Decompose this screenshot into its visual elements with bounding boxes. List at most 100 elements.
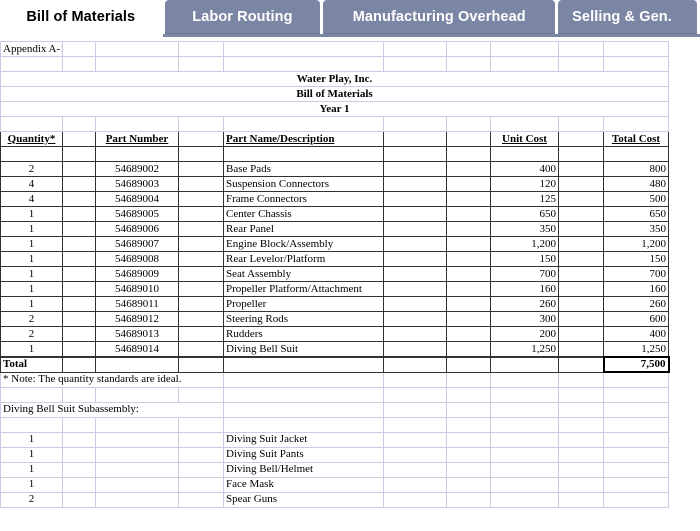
cell-blank[interactable] (178, 191, 224, 207)
cell-blank[interactable] (603, 431, 669, 448)
cell-blank[interactable] (558, 116, 604, 132)
cell-quantity[interactable]: 1 (0, 221, 63, 237)
cell-blank[interactable] (446, 431, 491, 448)
cell-part-number[interactable]: 54689007 (95, 236, 179, 252)
cell-blank[interactable] (383, 266, 447, 282)
cell-blank[interactable] (62, 191, 96, 207)
cell-part-number[interactable]: 54689014 (95, 341, 179, 357)
cell-blank[interactable] (62, 446, 96, 463)
cell-quantity[interactable]: 2 (0, 161, 63, 177)
cell-blank[interactable] (383, 476, 447, 493)
cell-total-cost[interactable]: 150 (603, 251, 669, 267)
cell-quantity[interactable]: 4 (0, 191, 63, 207)
cell-blank[interactable] (558, 341, 604, 357)
cell-blank[interactable] (603, 41, 669, 57)
cell-unit-cost[interactable]: 1,200 (490, 236, 559, 252)
cell-total-cost[interactable]: 400 (603, 326, 669, 342)
cell-part-name[interactable]: Diving Suit Pants (223, 446, 384, 463)
cell-blank[interactable] (62, 326, 96, 342)
cell-part-name[interactable]: Rear Levelor/Platform (223, 251, 384, 267)
tab-bill-of-materials[interactable]: Bill of Materials (0, 0, 162, 34)
cell-blank[interactable] (446, 416, 491, 433)
cell-blank[interactable] (95, 431, 179, 448)
cell-blank[interactable] (62, 296, 96, 312)
cell-blank[interactable] (446, 176, 491, 192)
cell-blank[interactable] (383, 296, 447, 312)
cell-blank[interactable] (178, 266, 224, 282)
note-text[interactable]: * Note: The quantity standards are ideal… (0, 371, 224, 388)
cell-quantity[interactable]: 4 (0, 176, 63, 192)
cell-blank[interactable] (178, 146, 224, 162)
cell-blank[interactable] (383, 386, 447, 403)
cell-blank[interactable] (383, 191, 447, 207)
cell-part-name[interactable]: Base Pads (223, 161, 384, 177)
cell-blank[interactable] (446, 221, 491, 237)
cell-blank[interactable] (62, 266, 96, 282)
cell-unit-cost[interactable]: 160 (490, 281, 559, 297)
cell-blank[interactable] (178, 296, 224, 312)
cell-quantity[interactable]: 1 (0, 281, 63, 297)
cell-blank[interactable] (490, 41, 559, 57)
cell-blank[interactable] (490, 386, 559, 403)
cell-total-cost[interactable]: 350 (603, 221, 669, 237)
cell-quantity[interactable]: 1 (0, 296, 63, 312)
cell-blank[interactable] (223, 56, 384, 72)
cell-blank[interactable] (446, 311, 491, 327)
cell-total-cost[interactable]: 1,200 (603, 236, 669, 252)
cell-blank[interactable] (558, 446, 604, 463)
cell-blank[interactable] (490, 146, 559, 162)
cell-blank[interactable] (178, 236, 224, 252)
cell-blank[interactable] (223, 416, 384, 433)
cell-blank[interactable] (603, 416, 669, 433)
cell-unit-cost[interactable]: 1,250 (490, 341, 559, 357)
cell-blank[interactable] (62, 56, 96, 72)
cell-blank[interactable] (558, 461, 604, 478)
cell-unit-cost[interactable]: 700 (490, 266, 559, 282)
cell-blank[interactable] (446, 146, 491, 162)
cell-blank[interactable] (603, 491, 669, 508)
cell-blank[interactable] (95, 41, 179, 57)
cell-total-cost[interactable]: 500 (603, 191, 669, 207)
cell-blank[interactable] (446, 116, 491, 132)
cell-blank[interactable] (178, 206, 224, 222)
cell-blank[interactable] (383, 221, 447, 237)
cell-blank[interactable] (62, 311, 96, 327)
cell-blank[interactable] (383, 176, 447, 192)
cell-blank[interactable] (446, 41, 491, 57)
cell-blank[interactable] (383, 491, 447, 508)
cell-part-name[interactable]: Rear Panel (223, 221, 384, 237)
cell-blank[interactable] (383, 236, 447, 252)
cell-blank[interactable] (178, 416, 224, 433)
cell-part-number[interactable]: 54689012 (95, 311, 179, 327)
cell-blank[interactable] (0, 146, 63, 162)
cell-blank[interactable] (558, 476, 604, 493)
cell-blank[interactable] (178, 161, 224, 177)
cell-part-number[interactable]: 54689008 (95, 251, 179, 267)
cell-blank[interactable] (383, 326, 447, 342)
cell-blank[interactable] (223, 116, 384, 132)
cell-blank[interactable] (603, 116, 669, 132)
cell-blank[interactable] (62, 281, 96, 297)
title-document[interactable]: Bill of Materials (0, 86, 669, 102)
cell-blank[interactable] (383, 341, 447, 357)
cell-blank[interactable] (62, 236, 96, 252)
cell-part-number[interactable]: 54689006 (95, 221, 179, 237)
cell-blank[interactable] (178, 356, 224, 373)
cell-blank[interactable] (178, 491, 224, 508)
cell-blank[interactable] (178, 281, 224, 297)
cell-blank[interactable] (558, 311, 604, 327)
cell-blank[interactable] (558, 431, 604, 448)
cell-blank[interactable] (446, 266, 491, 282)
cell-blank[interactable] (178, 476, 224, 493)
cell-unit-cost[interactable]: 650 (490, 206, 559, 222)
cell-blank[interactable] (558, 281, 604, 297)
cell-blank[interactable] (62, 146, 96, 162)
cell-blank[interactable] (490, 431, 559, 448)
cell-blank[interactable] (558, 356, 604, 373)
cell-blank[interactable] (558, 386, 604, 403)
cell-part-name[interactable]: Frame Connectors (223, 191, 384, 207)
cell-unit-cost[interactable]: 200 (490, 326, 559, 342)
cell-part-number[interactable]: 54689010 (95, 281, 179, 297)
cell-blank[interactable] (558, 296, 604, 312)
cell-blank[interactable] (446, 401, 491, 418)
